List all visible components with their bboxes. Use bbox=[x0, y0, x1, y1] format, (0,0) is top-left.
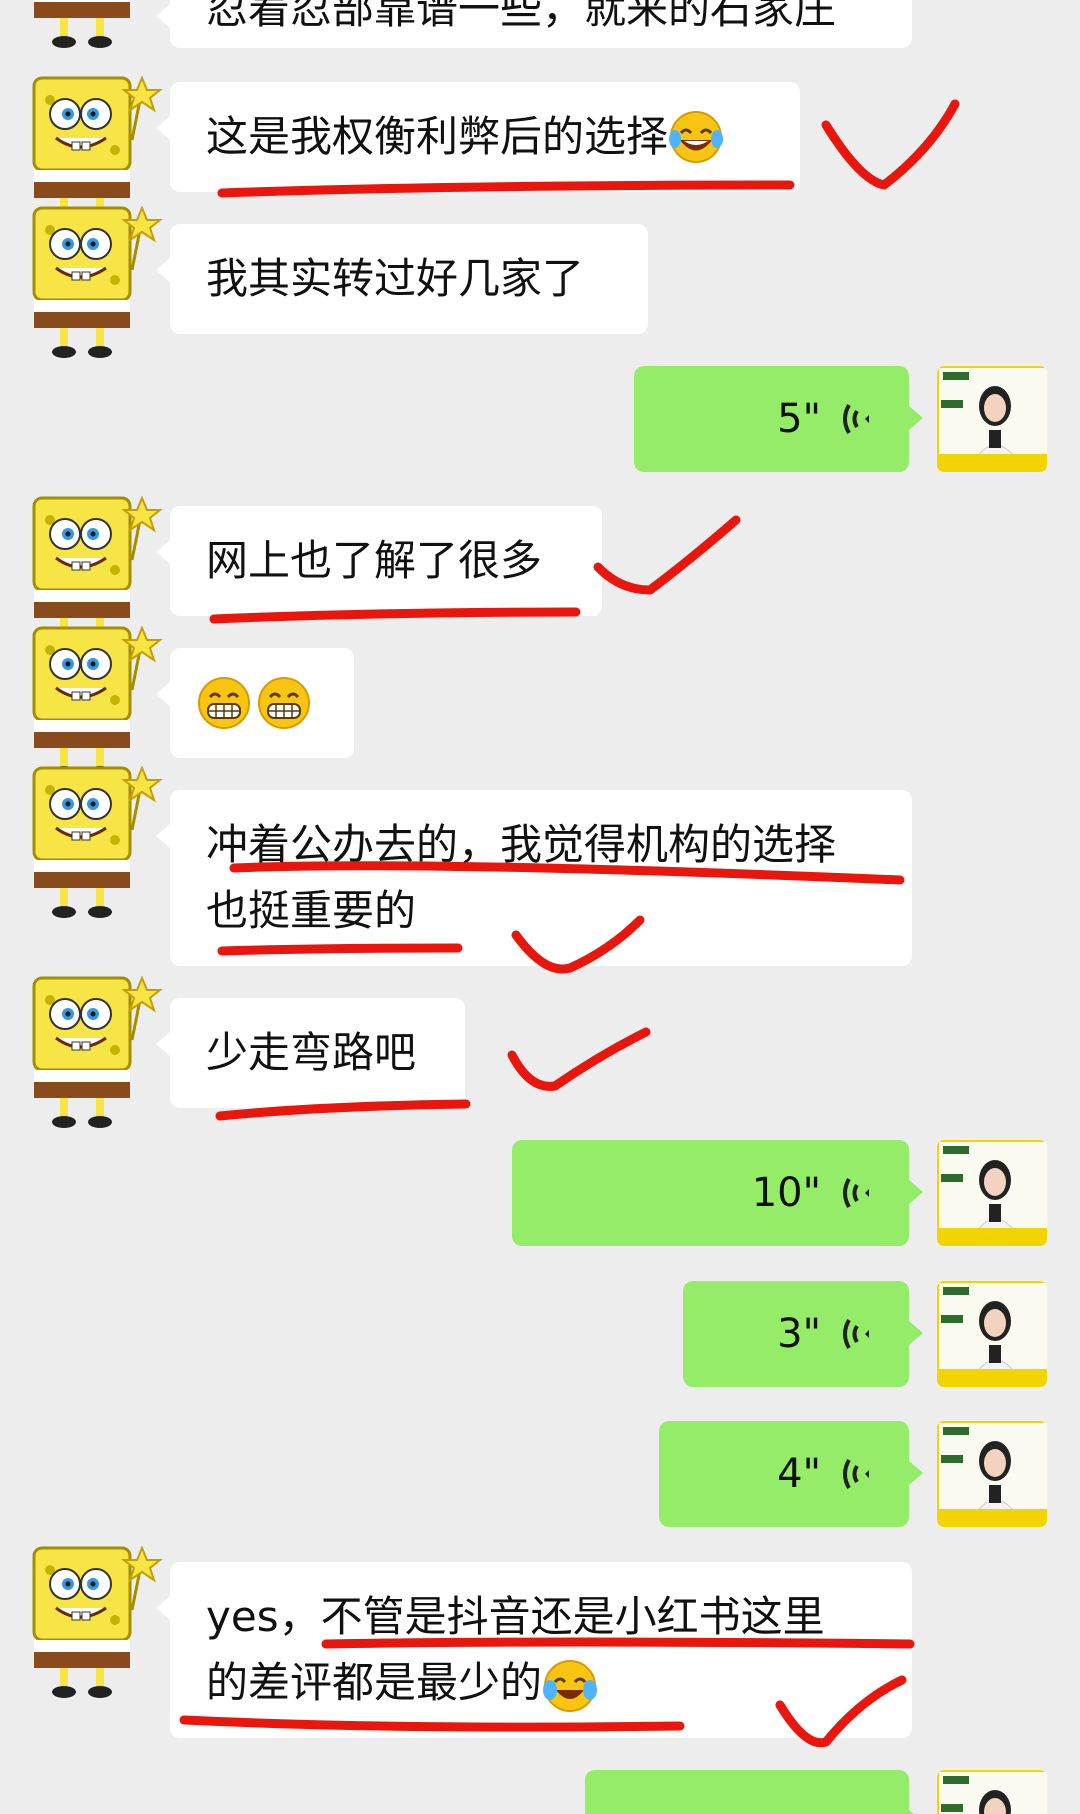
teacher-avatar-icon[interactable] bbox=[936, 1769, 1048, 1814]
laughing-tears-emoji-icon bbox=[669, 111, 724, 163]
message-bubble[interactable]: 忍着忍部靠谱一些，就来的石家庄 bbox=[156, 0, 912, 48]
message-text: 的差评都是最少的 bbox=[206, 1658, 543, 1707]
message-bubble[interactable]: 少走弯路吧 bbox=[156, 998, 465, 1108]
voice-duration: 10" bbox=[751, 1170, 821, 1216]
voice-duration: 5" bbox=[777, 396, 821, 442]
voice-wave-icon bbox=[843, 1319, 869, 1349]
voice-message-bubble[interactable]: 4" bbox=[659, 1421, 923, 1527]
grinning-emoji-icon bbox=[198, 677, 250, 729]
teacher-avatar-icon[interactable] bbox=[936, 365, 1048, 473]
message-text: 少走弯路吧 bbox=[206, 1028, 417, 1077]
teacher-avatar-icon[interactable] bbox=[936, 1280, 1048, 1388]
voice-message-bubble[interactable]: 3" bbox=[683, 1281, 923, 1387]
message-text: 忍着忍部靠谱一些，就来的石家庄 bbox=[206, 0, 837, 33]
message-text: 我其实转过好几家了 bbox=[206, 254, 585, 303]
voice-message-bubble[interactable]: 5" bbox=[634, 366, 923, 472]
sponge-avatar-icon[interactable] bbox=[20, 760, 165, 920]
teacher-avatar-icon[interactable] bbox=[936, 1420, 1048, 1528]
message-bubble[interactable] bbox=[156, 648, 354, 758]
voice-wave-icon bbox=[843, 404, 869, 434]
sponge-avatar-icon[interactable] bbox=[20, 200, 165, 360]
message-bubble[interactable]: 我其实转过好几家了 bbox=[156, 224, 648, 334]
voice-duration: 4" bbox=[777, 1451, 821, 1497]
message-text-line2: 的差评都是最少的 bbox=[206, 1650, 598, 1716]
message-bubble[interactable]: 这是我权衡利弊后的选择 bbox=[156, 82, 800, 192]
message-bubble[interactable]: 网上也了解了很多 bbox=[156, 506, 602, 616]
voice-wave-icon bbox=[843, 1178, 869, 1208]
teacher-avatar-icon[interactable] bbox=[936, 1139, 1048, 1247]
voice-message-bubble[interactable] bbox=[585, 1770, 923, 1814]
message-bubble[interactable]: yes，不管是抖音还是小红书这里 的差评都是最少的 bbox=[156, 1562, 912, 1738]
voice-duration: 3" bbox=[777, 1311, 821, 1357]
sponge-avatar-icon[interactable] bbox=[20, 1540, 165, 1700]
sponge-avatar-icon[interactable] bbox=[20, 970, 165, 1130]
message-text-line1: yes，不管是抖音还是小红书这里 bbox=[206, 1592, 825, 1641]
message-bubble[interactable]: 冲着公办去的，我觉得机构的选择 也挺重要的 bbox=[156, 790, 912, 966]
voice-wave-icon bbox=[843, 1459, 869, 1489]
message-text-line2: 也挺重要的 bbox=[206, 886, 417, 935]
voice-message-bubble[interactable]: 10" bbox=[512, 1140, 923, 1246]
chat-area[interactable]: 忍着忍部靠谱一些，就来的石家庄 这是我权衡利弊后的选择 我其实转过好几家了 5" bbox=[0, 0, 1080, 1814]
sponge-avatar-icon[interactable] bbox=[20, 620, 165, 780]
message-text: 这是我权衡利弊后的选择 bbox=[206, 112, 669, 161]
crying-laughing-emoji-icon bbox=[543, 1659, 598, 1712]
sponge-avatar-icon[interactable] bbox=[20, 0, 165, 50]
message-text: 网上也了解了很多 bbox=[206, 536, 543, 585]
grinning-emoji-icon bbox=[258, 677, 310, 729]
message-text-line1: 冲着公办去的，我觉得机构的选择 bbox=[206, 820, 837, 869]
